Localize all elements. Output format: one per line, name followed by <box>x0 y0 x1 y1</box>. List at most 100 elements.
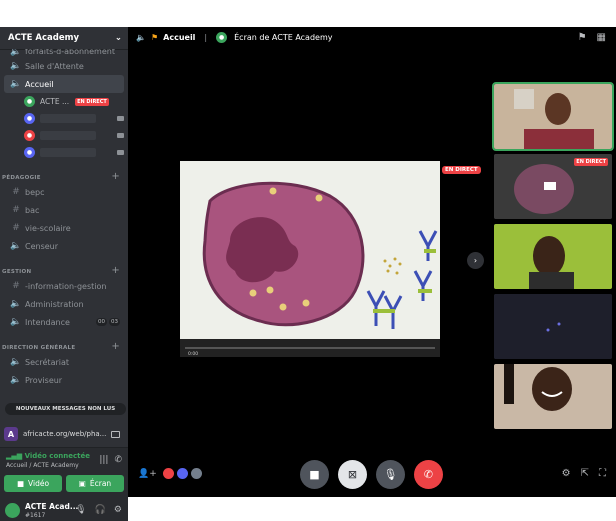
view-controls: ⚙ ⇱ ⛶ <box>562 468 606 479</box>
mic-icon: 🎙 <box>383 468 398 481</box>
channel-bepc[interactable]: # bepc <box>4 183 124 201</box>
participant-tile[interactable] <box>494 364 612 429</box>
screen-share-button[interactable]: ⊠ <box>338 460 367 489</box>
avatar: ● <box>216 31 228 43</box>
new-messages-banner[interactable]: NOUVEAUX MESSAGES NON LUS <box>5 403 126 415</box>
add-channel-icon[interactable]: + <box>111 266 120 276</box>
channel-administration[interactable]: 🔈 Administration <box>4 295 124 313</box>
voice-panel-icons: ||| ✆ <box>99 455 122 465</box>
voice-location[interactable]: Accueil / ACTE Academy <box>6 462 79 469</box>
channel-accueil[interactable]: 🔈 Accueil <box>4 75 124 93</box>
avatar <box>176 468 188 479</box>
speaker-icon: 🔈 <box>10 299 22 309</box>
speaker-icon: 🔈 <box>10 49 22 57</box>
user-limit-badge: 00 03 <box>96 318 120 326</box>
participant-thumbnails: EN DIRECT <box>492 82 614 434</box>
avatar[interactable] <box>5 503 20 518</box>
bell-icon: ⚑ <box>150 32 159 42</box>
redacted-name <box>40 114 96 123</box>
category-gestion[interactable]: GESTION + <box>0 261 128 277</box>
screen-share-icon: ⊠ <box>347 468 358 481</box>
popout-icon[interactable]: ⇱ <box>581 468 589 479</box>
mute-button[interactable]: 🎙 <box>376 460 405 489</box>
channel-intendance[interactable]: 🔈 Intendance 00 03 <box>4 313 124 331</box>
signal-icon: ▂▄▆ <box>6 452 25 460</box>
cell-illustration: 0:00 <box>180 161 440 357</box>
channel-sidebar: ACTE Academy ⌄ 🔈 forfaits-d-abonnement 🔈… <box>0 27 128 497</box>
participant-tile[interactable] <box>494 294 612 359</box>
video-button[interactable]: ■ Vidéo <box>4 475 62 492</box>
speaker-icon: 🔈 <box>10 61 22 71</box>
activity-row[interactable]: A africacte.org/web/pha... <box>0 425 128 443</box>
camera-icon: ■ <box>309 468 320 481</box>
stream-view: 🔈 ⚑ Accueil | ● Écran de ACTE Academy ⚑ … <box>128 27 616 497</box>
channel-forfaits[interactable]: 🔈 forfaits-d-abonnement <box>4 49 124 57</box>
voice-status: ▂▄▆ Vidéo connectée <box>6 452 90 460</box>
channel-secretariat[interactable]: 🔈 Secrétariat <box>4 353 124 371</box>
channel-censeur[interactable]: 🔈 Censeur <box>4 237 124 255</box>
category-direction-generale[interactable]: DIRECTION GÉNÉRALE + <box>0 337 128 353</box>
voice-user[interactable]: ● <box>0 127 128 144</box>
server-header[interactable]: ACTE Academy ⌄ <box>0 27 128 49</box>
live-badge: EN DIRECT <box>574 158 608 166</box>
camera-icon <box>117 133 124 138</box>
fullscreen-icon[interactable]: ⛶ <box>599 468 606 479</box>
camera-icon <box>117 116 124 121</box>
voice-user[interactable]: ● ACTE ... EN DIRECT <box>0 93 128 110</box>
disconnect-icon[interactable]: ✆ <box>114 455 122 465</box>
speaker-icon: 🔈 <box>10 317 22 327</box>
participant-tile[interactable] <box>494 224 612 289</box>
add-user-icon[interactable]: 👤+ <box>138 469 157 479</box>
add-channel-icon[interactable]: + <box>111 172 120 182</box>
screen-share-icon[interactable] <box>111 430 120 438</box>
grid-icon[interactable]: ▦ <box>597 32 606 43</box>
redacted-name <box>40 148 96 157</box>
gear-icon[interactable]: ⚙ <box>562 468 571 479</box>
channel-proviseur[interactable]: 🔈 Proviseur <box>4 371 124 389</box>
avatar: ● <box>24 113 35 124</box>
disconnect-button[interactable]: ✆ <box>414 460 443 489</box>
hash-icon: # <box>12 205 20 215</box>
screen-share-icon: ▣ <box>78 479 86 488</box>
speaker-icon: 🔈 <box>10 375 22 385</box>
channel-vie-scolaire[interactable]: # vie-scolaire <box>4 219 124 237</box>
participant-tile[interactable] <box>492 82 614 151</box>
participants-group[interactable]: 👤+ <box>138 468 203 479</box>
discord-app: ACTE Academy ⌄ 🔈 forfaits-d-abonnement 🔈… <box>0 27 616 521</box>
channel-list: 🔈 forfaits-d-abonnement 🔈 Salle d'Attent… <box>0 49 128 419</box>
voice-user[interactable]: ● <box>0 110 128 127</box>
participant-video <box>494 364 612 429</box>
voice-user[interactable]: ● <box>0 144 128 161</box>
avatar: ● <box>24 147 35 158</box>
camera-icon: ■ <box>16 479 25 488</box>
channel-salle-attente[interactable]: 🔈 Salle d'Attente <box>4 57 124 75</box>
stream-preview-tile[interactable]: EN DIRECT <box>494 154 612 219</box>
noise-suppression-icon[interactable]: ||| <box>99 455 108 465</box>
avatar <box>190 468 202 479</box>
add-channel-icon[interactable]: + <box>111 342 120 352</box>
chevron-down-icon[interactable]: ⌄ <box>115 33 122 43</box>
flag-icon[interactable]: ⚑ <box>578 32 587 43</box>
gear-icon[interactable]: ⚙ <box>114 505 122 515</box>
camera-toggle-button[interactable]: ■ <box>300 460 329 489</box>
camera-icon <box>117 150 124 155</box>
live-badge: EN DIRECT <box>75 97 109 106</box>
screen-button[interactable]: ▣ Écran <box>66 475 124 492</box>
user-controls: 🎙 🎧 ⚙ <box>75 505 122 515</box>
topbar-actions: ⚑ ▦ <box>578 32 606 43</box>
headphones-icon[interactable]: 🎧 <box>95 505 106 515</box>
video-time: 0:00 <box>188 351 198 357</box>
hangup-icon: ✆ <box>423 468 434 481</box>
screen-share-stage[interactable]: 0:00 <box>180 161 440 357</box>
hash-icon: # <box>12 223 20 233</box>
chevron-right-icon[interactable]: › <box>467 252 484 269</box>
hash-icon: # <box>12 187 20 197</box>
activity-url: africacte.org/web/pha... <box>23 430 107 438</box>
speaker-icon: 🔈 <box>10 357 22 367</box>
live-badge: EN DIRECT <box>442 166 481 174</box>
channel-bac[interactable]: # bac <box>4 201 124 219</box>
mic-icon[interactable]: 🎙 <box>75 505 86 515</box>
channel-information-gestion[interactable]: # -information-gestion <box>4 277 124 295</box>
divider: | <box>204 32 208 42</box>
category-pedagogie[interactable]: PÉDAGOGIE + <box>0 167 128 183</box>
